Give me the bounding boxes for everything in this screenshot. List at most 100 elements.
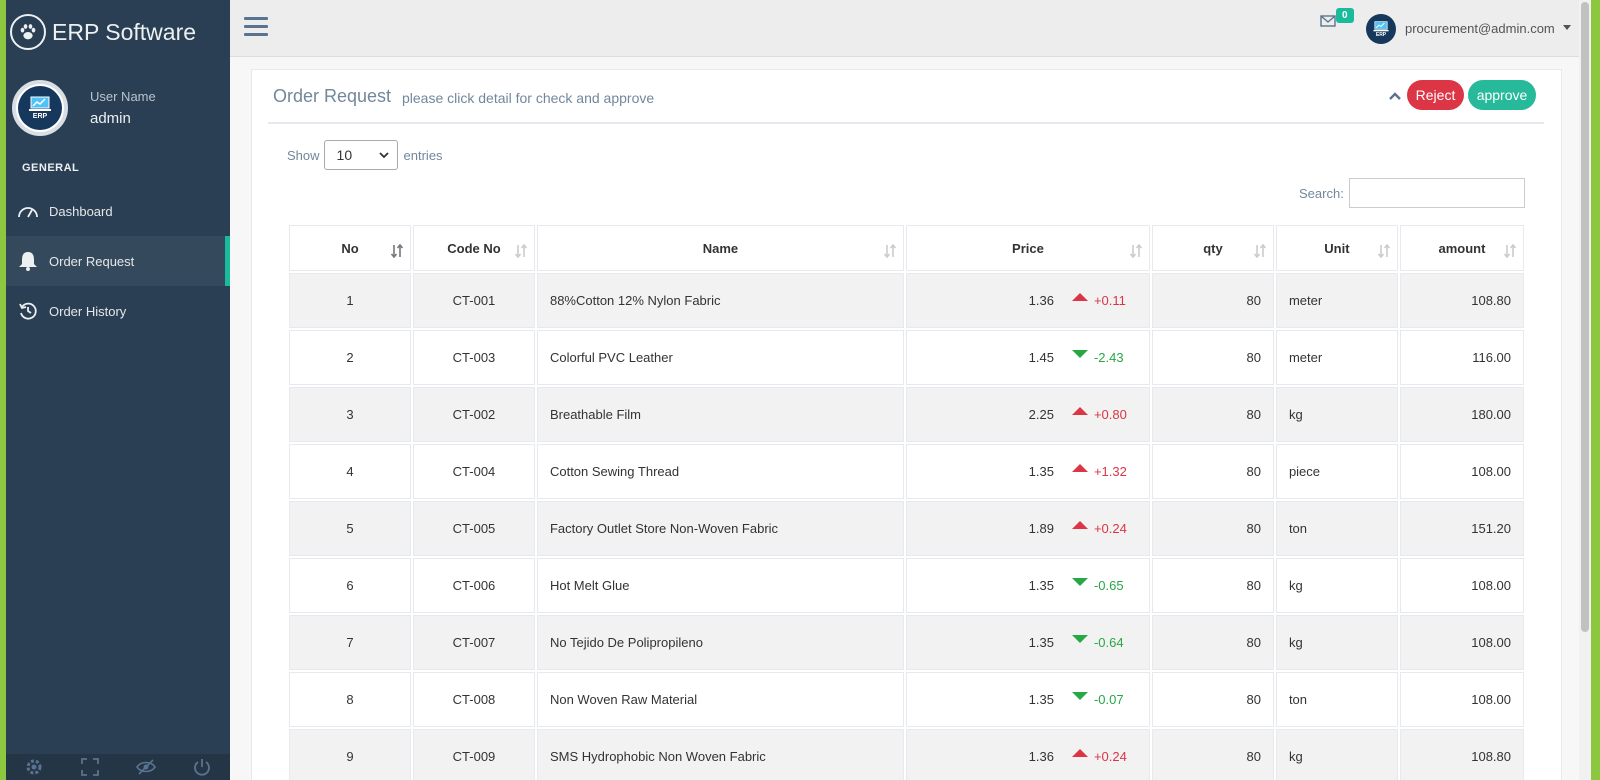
cell-qty: 80: [1151, 387, 1274, 442]
cell-name: Non Woven Raw Material: [536, 672, 904, 727]
eye-slash-icon[interactable]: [136, 757, 156, 777]
sidebar-item-order-request[interactable]: Order Request: [6, 236, 230, 286]
table-row[interactable]: 9 CT-009 SMS Hydrophobic Non Woven Fabric 1…: [289, 729, 1524, 780]
price-change: +1.32: [1093, 464, 1127, 479]
caret-down-icon[interactable]: [1563, 25, 1571, 30]
price-value: 1.35: [1028, 692, 1054, 707]
search-label: Search:: [1299, 186, 1344, 201]
cell-amount: 180.00: [1399, 387, 1524, 442]
triangle-up-icon: [1071, 292, 1088, 301]
price-change: -2.43: [1093, 350, 1124, 365]
sidebar-footer: [6, 754, 230, 780]
order-table: No Code No Name Price qty Unit amount 1 CT-001 8…: [287, 223, 1526, 780]
price-value: 1.45: [1028, 350, 1054, 365]
column-header-label: Price: [1012, 240, 1044, 256]
order-table-wrapper: No Code No Name Price qty Unit amount 1 CT-001 8…: [287, 223, 1526, 780]
column-header[interactable]: qty: [1151, 225, 1274, 271]
cell-code: CT-001: [412, 273, 535, 328]
column-header[interactable]: Code No: [412, 225, 535, 271]
sort-icon: [1504, 244, 1516, 258]
table-row[interactable]: 3 CT-002 Breathable Film 2.25 +0.80 80 kg 180.0…: [289, 387, 1524, 442]
table-row[interactable]: 7 CT-007 No Tejido De Polipropileno 1.35 -0.…: [289, 615, 1524, 670]
column-header[interactable]: Name: [536, 225, 904, 271]
cell-name: Breathable Film: [536, 387, 904, 442]
cell-price: 1.89 +0.24: [905, 501, 1150, 556]
profile-name: admin: [90, 110, 131, 127]
cell-amount: 108.80: [1399, 729, 1524, 780]
column-header-label: Name: [702, 240, 739, 256]
triangle-down-icon: [1071, 349, 1088, 358]
profile-label: User Name: [90, 89, 156, 104]
sidebar-item-order-history[interactable]: Order History: [6, 286, 230, 336]
brand-title: ERP Software: [52, 18, 197, 45]
cell-unit: kg: [1275, 558, 1398, 613]
power-icon[interactable]: [192, 757, 212, 777]
column-header[interactable]: Unit: [1275, 225, 1398, 271]
bell-icon: [16, 249, 40, 273]
column-header-label: qty: [1203, 240, 1223, 256]
sidebar: ERP Software ERP User Name admin GENERAL…: [6, 0, 230, 780]
sort-ascending-icon: [390, 244, 403, 258]
column-header[interactable]: Price: [905, 225, 1150, 271]
search-input[interactable]: [1349, 178, 1525, 208]
cell-qty: 80: [1151, 501, 1274, 556]
sort-icon: [1377, 244, 1390, 258]
chevron-up-icon[interactable]: [1387, 88, 1403, 104]
table-row[interactable]: 5 CT-005 Factory Outlet Store Non-Woven Fa…: [289, 501, 1524, 556]
cell-no: 4: [289, 444, 411, 499]
triangle-up-icon: [1071, 463, 1088, 472]
show-label: Show: [287, 147, 320, 163]
cell-name: Cotton Sewing Thread: [536, 444, 904, 499]
column-header-label: Unit: [1324, 240, 1350, 256]
user-email-dropdown[interactable]: procurement@admin.com: [1405, 21, 1555, 36]
chevron-down-icon: [378, 151, 389, 158]
table-row[interactable]: 4 CT-004 Cotton Sewing Thread 1.35 +1.32 80 pi…: [289, 444, 1524, 499]
table-row[interactable]: 6 CT-006 Hot Melt Glue 1.35 -0.65 80 kg 108.00: [289, 558, 1524, 613]
column-header[interactable]: amount: [1399, 225, 1524, 271]
price-change: +0.80: [1093, 407, 1127, 422]
cell-unit: kg: [1275, 615, 1398, 670]
triangle-down-icon: [1071, 691, 1088, 700]
sidebar-item-label: Order History: [49, 303, 127, 319]
cell-qty: 80: [1151, 672, 1274, 727]
avatar: ERP: [12, 80, 68, 136]
triangle-up-icon: [1071, 748, 1088, 757]
scrollbar-thumb[interactable]: [1581, 2, 1589, 632]
table-row[interactable]: 1 CT-001 88%Cotton 12% Nylon Fabric 1.36 +0.…: [289, 273, 1524, 328]
entries-select[interactable]: 10: [323, 140, 398, 170]
cell-unit: meter: [1275, 330, 1398, 385]
cell-qty: 80: [1151, 330, 1274, 385]
section-title-general: GENERAL: [22, 162, 80, 174]
cell-code: CT-005: [412, 501, 535, 556]
settings-icon[interactable]: [24, 757, 44, 777]
cell-code: CT-006: [412, 558, 535, 613]
reject-button[interactable]: Reject: [1407, 80, 1464, 110]
laptop-chart-icon: [1373, 20, 1389, 31]
cell-qty: 80: [1151, 558, 1274, 613]
cell-amount: 108.00: [1399, 672, 1524, 727]
menu-toggle-icon[interactable]: [244, 17, 268, 41]
avatar-text: ERP: [32, 113, 48, 120]
history-icon: [16, 299, 40, 323]
cell-no: 6: [289, 558, 411, 613]
price-change: -0.07: [1093, 692, 1124, 707]
column-header[interactable]: No: [289, 225, 411, 271]
sort-icon: [1129, 244, 1142, 258]
fullscreen-icon[interactable]: [80, 757, 100, 777]
sidebar-item-label: Dashboard: [49, 203, 113, 219]
cell-price: 1.45 -2.43: [905, 330, 1150, 385]
triangle-up-icon: [1071, 406, 1088, 415]
approve-button[interactable]: approve: [1468, 80, 1536, 110]
price-value: 2.25: [1028, 407, 1054, 422]
cell-qty: 80: [1151, 615, 1274, 670]
cell-name: Hot Melt Glue: [536, 558, 904, 613]
table-row[interactable]: 8 CT-008 Non Woven Raw Material 1.35 -0.07 80…: [289, 672, 1524, 727]
cell-code: CT-002: [412, 387, 535, 442]
cell-no: 2: [289, 330, 411, 385]
sidebar-item-dashboard[interactable]: Dashboard: [6, 186, 230, 236]
table-row[interactable]: 2 CT-003 Colorful PVC Leather 1.45 -2.43 80 me…: [289, 330, 1524, 385]
brand[interactable]: ERP Software: [6, 0, 230, 64]
price-change: +0.11: [1093, 293, 1126, 308]
column-header-label: amount: [1438, 240, 1486, 256]
user-avatar[interactable]: ERP: [1366, 14, 1396, 44]
